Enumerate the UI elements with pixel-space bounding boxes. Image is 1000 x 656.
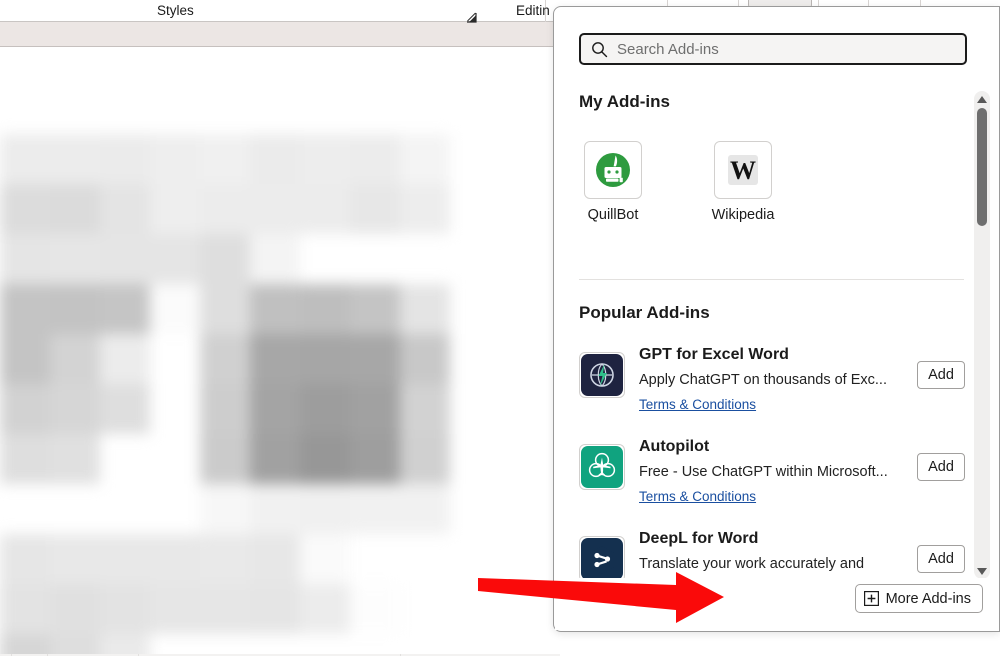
panel-scrollbar[interactable] — [974, 91, 990, 579]
addins-scroll-region[interactable]: My Add-ins QuillBot W Wikipedia Popular … — [555, 79, 979, 579]
addin-tile-label: Wikipedia — [711, 207, 775, 223]
addin-tile-wikipedia[interactable]: W Wikipedia — [709, 141, 777, 223]
popular-addins-list: GPT for Excel Word Apply ChatGPT on thou… — [579, 341, 965, 579]
addin-name: GPT for Excel Word — [639, 346, 789, 363]
quillbot-icon — [584, 141, 642, 199]
scrollbar-thumb[interactable] — [977, 108, 987, 226]
table-row[interactable]: GPT for Excel Word Apply ChatGPT on thou… — [579, 341, 965, 433]
search-input[interactable] — [617, 40, 947, 58]
table-row[interactable]: Autopilot Free - Use ChatGPT within Micr… — [579, 433, 965, 525]
add-button[interactable]: Add — [917, 453, 965, 481]
ribbon-group-styles-label[interactable]: Styles — [157, 3, 194, 18]
search-icon — [591, 41, 608, 58]
section-divider — [579, 279, 964, 280]
table-row[interactable]: DeepL for Word Translate your work accur… — [579, 525, 965, 579]
dialog-launcher-icon[interactable] — [466, 10, 477, 23]
svg-text:W: W — [730, 156, 756, 185]
addin-tile-label: QuillBot — [587, 207, 639, 223]
screenshot-root: Styles Editin Search Add-ins My Add-ins … — [0, 0, 1000, 656]
more-addins-label: More Add-ins — [885, 590, 971, 607]
ribbon-group-editing-label[interactable]: Editin — [516, 3, 550, 18]
addin-description: Apply ChatGPT on thousands of Exc... — [639, 372, 887, 388]
add-button[interactable]: Add — [917, 545, 965, 573]
addin-name: Autopilot — [639, 438, 710, 455]
terms-and-conditions-link[interactable]: Terms & Conditions — [639, 489, 756, 504]
ribbon-strip-divider — [0, 46, 560, 47]
addin-description: Translate your work accurately and — [639, 556, 865, 572]
deepl-for-word-icon — [579, 536, 625, 579]
addin-name: DeepL for Word — [639, 530, 759, 547]
popular-addins-heading: Popular Add-ins — [579, 303, 710, 322]
add-button[interactable]: Add — [917, 361, 965, 389]
blurred-document-content — [0, 134, 452, 656]
search-box[interactable] — [579, 33, 967, 65]
addin-tile-quillbot[interactable]: QuillBot — [579, 141, 647, 223]
scroll-up-arrow-icon[interactable] — [974, 92, 990, 106]
my-addins-tile-grid: QuillBot W Wikipedia — [579, 141, 777, 223]
wikipedia-icon: W — [714, 141, 772, 199]
panel-footer: More Add-ins — [555, 578, 999, 630]
terms-and-conditions-link[interactable]: Terms & Conditions — [639, 397, 756, 412]
addins-panel: My Add-ins QuillBot — [553, 6, 1000, 632]
my-addins-heading: My Add-ins — [579, 92, 670, 111]
more-addins-button[interactable]: More Add-ins — [854, 584, 983, 613]
plus-box-icon — [863, 591, 879, 607]
scroll-down-arrow-icon[interactable] — [974, 564, 990, 578]
document-canvas — [0, 22, 560, 656]
autopilot-icon — [579, 444, 625, 490]
search-add-ins-container[interactable] — [579, 33, 967, 65]
addin-description: Free - Use ChatGPT within Microsoft... — [639, 464, 888, 480]
gpt-for-excel-word-icon — [579, 352, 625, 398]
ribbon-strip — [0, 22, 560, 46]
